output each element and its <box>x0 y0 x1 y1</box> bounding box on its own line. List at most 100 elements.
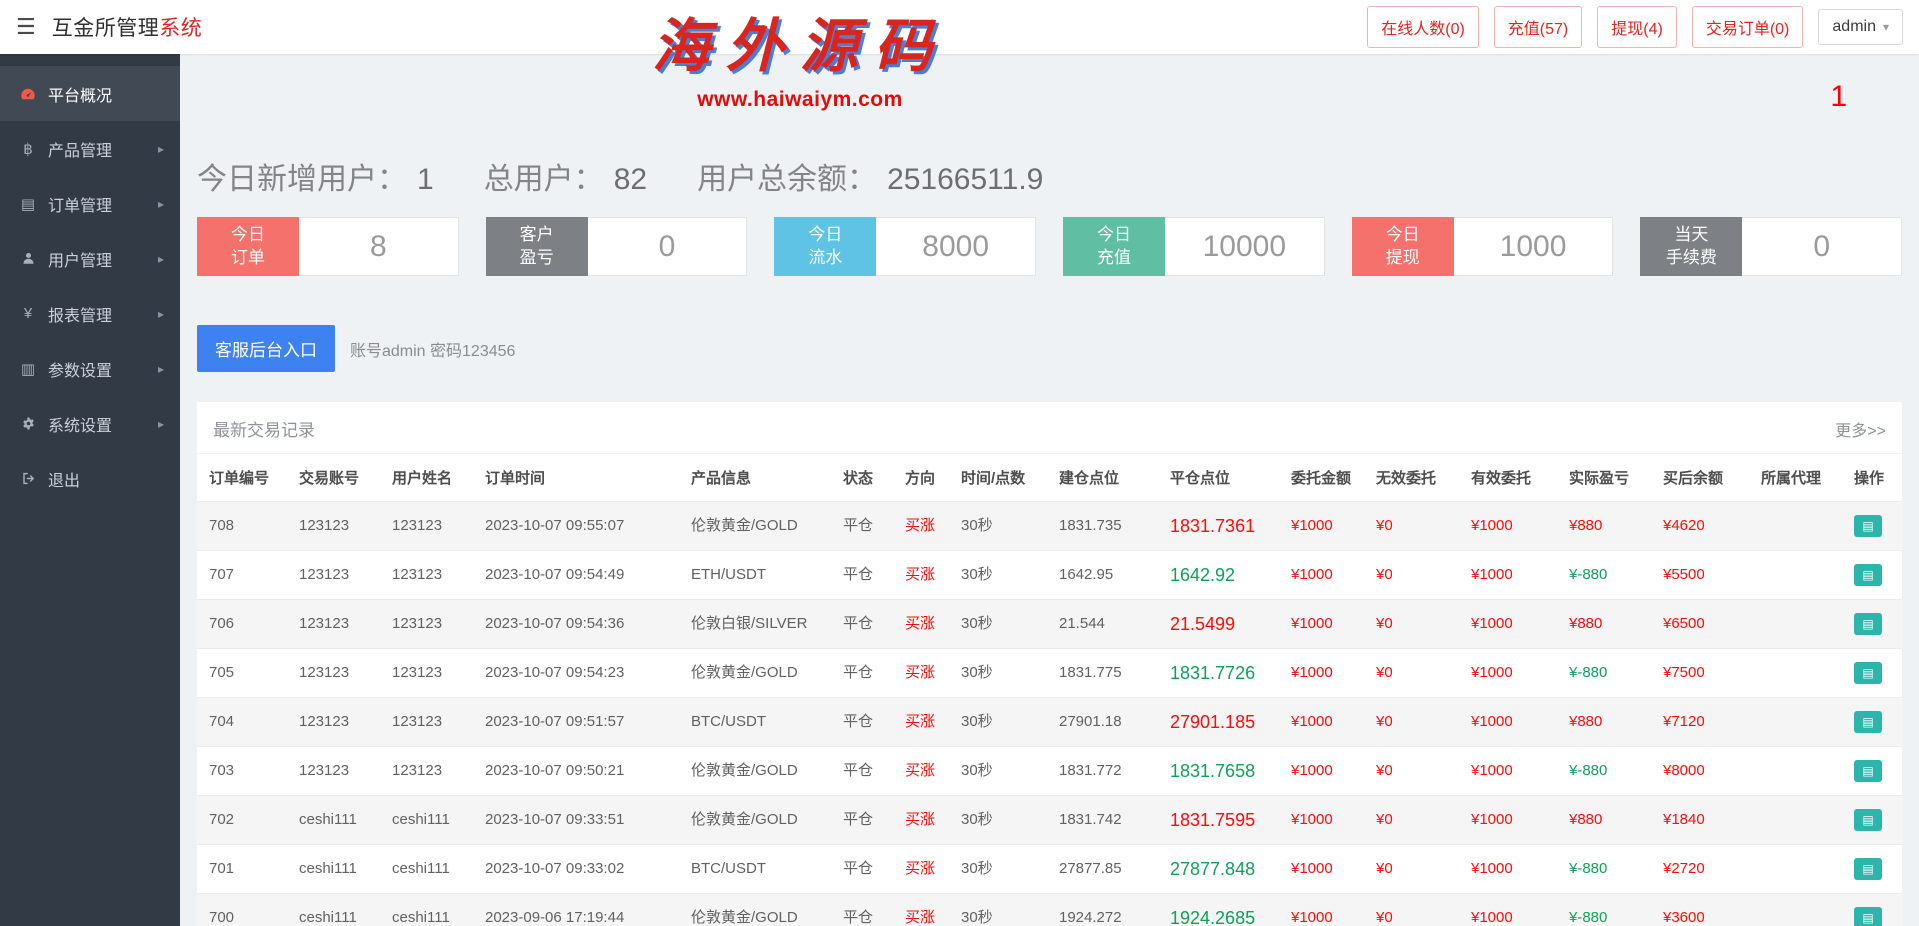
cell-close: 27877.848 <box>1162 845 1283 894</box>
panel-header: 最新交易记录 更多>> <box>197 402 1902 454</box>
cell-id: 702 <box>197 796 291 845</box>
trade-orders-button[interactable]: 交易订单(0) <box>1692 6 1804 48</box>
sidebar-item-user-management[interactable]: 用户管理 ▸ <box>0 231 180 286</box>
bitcoin-icon: ฿ <box>16 140 40 158</box>
stat-cards-row: 今日 订单 8 客户 盈亏 0 今日 流水 8000 今日 充值 10000 今… <box>197 217 1902 276</box>
stat-card-customer-pnl: 客户 盈亏 0 <box>486 217 748 276</box>
table-header-row: 订单编号 交易账号 用户姓名 订单时间 产品信息 状态 方向 时间/点数 建仓点… <box>197 454 1903 502</box>
cell-direction: 买涨 <box>897 502 953 551</box>
recharge-button[interactable]: 充值(57) <box>1494 6 1582 48</box>
document-icon: ▤ <box>16 195 40 213</box>
view-order-button[interactable]: ▤ <box>1854 858 1882 880</box>
cell-valid: ¥1000 <box>1463 502 1561 551</box>
view-order-button[interactable]: ▤ <box>1854 515 1882 537</box>
stat-card-value: 8 <box>299 217 459 276</box>
cell-operation: ▤ <box>1846 649 1903 698</box>
sidebar-item-report-management[interactable]: ¥ 报表管理 ▸ <box>0 286 180 341</box>
cell-duration: 30秒 <box>953 747 1051 796</box>
cell-product: 伦敦白银/SILVER <box>683 600 835 649</box>
app-title: 互金所管理系统 <box>52 12 203 42</box>
stat-card-value: 0 <box>588 217 748 276</box>
sidebar-item-platform-overview[interactable]: 平台概况 <box>0 66 180 121</box>
cell-amount: ¥1000 <box>1283 796 1368 845</box>
cell-duration: 30秒 <box>953 894 1051 926</box>
col-close-price: 平仓点位 <box>1162 454 1283 502</box>
view-order-button[interactable]: ▤ <box>1854 662 1882 684</box>
cell-duration: 30秒 <box>953 845 1051 894</box>
parameters-icon: ▥ <box>16 360 40 378</box>
cell-amount: ¥1000 <box>1283 698 1368 747</box>
cell-operation: ▤ <box>1846 551 1903 600</box>
sidebar-item-product-management[interactable]: ฿ 产品管理 ▸ <box>0 121 180 176</box>
cell-account: 123123 <box>291 502 384 551</box>
cell-account: 123123 <box>291 747 384 796</box>
trades-table-body: 7081231231231232023-10-07 09:55:07伦敦黄金/G… <box>197 502 1903 926</box>
chevron-right-icon: ▸ <box>158 142 164 156</box>
cell-direction: 买涨 <box>897 796 953 845</box>
sidebar-item-system-settings[interactable]: 系统设置 ▸ <box>0 396 180 451</box>
cell-status: 平仓 <box>835 649 897 698</box>
sidebar-item-logout[interactable]: 退出 <box>0 451 180 506</box>
chevron-right-icon: ▸ <box>158 307 164 321</box>
dashboard-icon <box>16 86 40 102</box>
stat-card-label: 今日 充值 <box>1063 217 1165 276</box>
chevron-right-icon: ▸ <box>158 197 164 211</box>
stat-card-label: 当天 手续费 <box>1640 217 1742 276</box>
cell-time: 2023-10-07 09:54:36 <box>477 600 683 649</box>
online-users-button[interactable]: 在线人数(0) <box>1367 6 1479 48</box>
summary-total-balance: 用户总余额： 25166511.9 <box>697 154 1043 198</box>
col-trade-account: 交易账号 <box>291 454 384 502</box>
customer-service-backend-button[interactable]: 客服后台入口 <box>197 325 335 372</box>
cell-close: 1831.7595 <box>1162 796 1283 845</box>
cell-invalid: ¥0 <box>1368 747 1463 796</box>
view-order-button[interactable]: ▤ <box>1854 809 1882 831</box>
topbar-actions: 在线人数(0) 充值(57) 提现(4) 交易订单(0) admin ▾ <box>1367 6 1903 48</box>
cell-invalid: ¥0 <box>1368 600 1463 649</box>
cell-agent <box>1753 747 1846 796</box>
table-row: 7061231231231232023-10-07 09:54:36伦敦白银/S… <box>197 600 1903 649</box>
sidebar-item-parameter-settings[interactable]: ▥ 参数设置 ▸ <box>0 341 180 396</box>
cell-amount: ¥1000 <box>1283 600 1368 649</box>
cell-agent <box>1753 796 1846 845</box>
summary-label: 用户总余额： <box>697 154 877 198</box>
cell-open: 1831.772 <box>1051 747 1162 796</box>
view-order-button[interactable]: ▤ <box>1854 564 1882 586</box>
summary-total-users: 总用户： 82 <box>484 154 647 198</box>
more-link[interactable]: 更多>> <box>1835 417 1886 441</box>
sidebar-item-order-management[interactable]: ▤ 订单管理 ▸ <box>0 176 180 231</box>
cell-name: ceshi111 <box>384 845 477 894</box>
cell-account: ceshi111 <box>291 894 384 926</box>
cell-direction: 买涨 <box>897 894 953 926</box>
latest-trades-panel: 最新交易记录 更多>> 订单编号 交易账号 用户姓名 订单时间 产品信息 状态 <box>197 402 1902 926</box>
cell-valid: ¥1000 <box>1463 649 1561 698</box>
cell-status: 平仓 <box>835 894 897 926</box>
stat-card-today-fees: 当天 手续费 0 <box>1640 217 1902 276</box>
col-direction: 方向 <box>897 454 953 502</box>
withdraw-button[interactable]: 提现(4) <box>1597 6 1677 48</box>
cell-duration: 30秒 <box>953 551 1051 600</box>
chevron-down-icon: ▾ <box>1883 20 1889 34</box>
view-order-button[interactable]: ▤ <box>1854 613 1882 635</box>
view-order-button[interactable]: ▤ <box>1854 907 1882 926</box>
cell-invalid: ¥0 <box>1368 649 1463 698</box>
cell-balance: ¥3600 <box>1655 894 1753 926</box>
view-order-button[interactable]: ▤ <box>1854 711 1882 733</box>
cell-amount: ¥1000 <box>1283 551 1368 600</box>
cell-operation: ▤ <box>1846 600 1903 649</box>
sidebar-item-label: 系统设置 <box>48 412 112 436</box>
panel-title: 最新交易记录 <box>213 416 315 441</box>
table-row: 7051231231231232023-10-07 09:54:23伦敦黄金/G… <box>197 649 1903 698</box>
cell-operation: ▤ <box>1846 698 1903 747</box>
table-row: 7031231231231232023-10-07 09:50:21伦敦黄金/G… <box>197 747 1903 796</box>
cell-valid: ¥1000 <box>1463 600 1561 649</box>
hamburger-menu-icon[interactable]: ☰ <box>16 16 36 38</box>
sidebar: 平台概况 ฿ 产品管理 ▸ ▤ 订单管理 ▸ 用户管理 ▸ ¥ 报表管理 ▸ ▥… <box>0 54 180 926</box>
view-order-button[interactable]: ▤ <box>1854 760 1882 782</box>
cell-close: 27901.185 <box>1162 698 1283 747</box>
admin-user-menu[interactable]: admin ▾ <box>1818 9 1903 45</box>
cell-amount: ¥1000 <box>1283 894 1368 926</box>
cell-id: 700 <box>197 894 291 926</box>
col-user-name: 用户姓名 <box>384 454 477 502</box>
chevron-right-icon: ▸ <box>158 362 164 376</box>
cell-status: 平仓 <box>835 698 897 747</box>
